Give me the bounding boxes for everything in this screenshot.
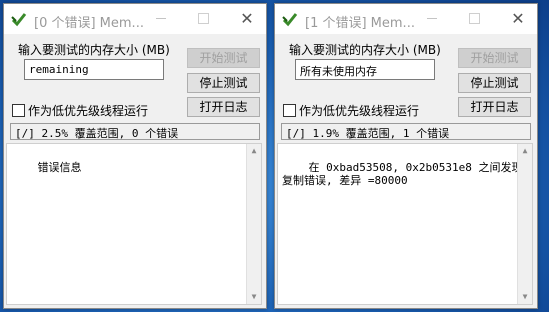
window-title: [0 个错误] Mem... [34,16,144,31]
memory-size-label: 输入要测试的内存大小 (MB) [289,43,441,57]
log-scrollbar[interactable]: ▲ ▼ [517,144,532,304]
memtest-window-2: [1 个错误] Mem... ✕ 输入要测试的内存大小 (MB) 所有未使用内存… [274,3,538,309]
log-scrollbar[interactable]: ▲ ▼ [246,144,261,304]
error-log-text: 错误信息 [37,161,82,174]
low-priority-option[interactable]: 作为低优先级线程运行 [12,102,148,119]
memory-size-input[interactable]: 所有未使用内存 [295,59,435,80]
open-log-button[interactable]: 打开日志 [187,97,260,117]
scroll-down-icon[interactable]: ▼ [247,290,261,304]
memory-size-input[interactable]: remaining [24,59,164,80]
memtest-app-icon [11,13,27,27]
error-log-area[interactable]: 错误信息 ▲ ▼ [6,143,262,305]
memory-size-label: 输入要测试的内存大小 (MB) [18,43,170,57]
error-log-area[interactable]: 在 0xbad53508, 0x2b0531e8 之间发现内存 复制错误, 差异… [277,143,533,305]
low-priority-label: 作为低优先级线程运行 [299,104,420,118]
minimize-button[interactable] [146,8,176,30]
memtest-window-1: [0 个错误] Mem... ✕ 输入要测试的内存大小 (MB) remaini… [3,3,267,309]
close-button[interactable]: ✕ [503,8,533,30]
scroll-down-icon[interactable]: ▼ [518,290,532,304]
close-button[interactable]: ✕ [232,8,262,30]
status-line: [/] 2.5% 覆盖范围, 0 个错误 [10,123,260,140]
minimize-icon [156,18,166,19]
title-bar[interactable]: [1 个错误] Mem... ✕ [275,4,537,34]
stop-test-button[interactable]: 停止测试 [458,73,531,93]
close-icon: ✕ [240,9,254,28]
open-log-button[interactable]: 打开日志 [458,97,531,117]
error-log-text: 在 0xbad53508, 0x2b0531e8 之间发现内存 复制错误, 差异… [282,161,532,187]
maximize-button[interactable] [459,8,489,30]
memtest-app-icon [282,13,298,27]
low-priority-option[interactable]: 作为低优先级线程运行 [283,102,419,119]
low-priority-checkbox[interactable] [283,104,296,117]
maximize-icon [468,13,480,24]
window-title: [1 个错误] Mem... [305,16,415,31]
maximize-button[interactable] [188,8,218,30]
minimize-icon [427,18,437,19]
scroll-up-icon[interactable]: ▲ [247,144,261,158]
low-priority-label: 作为低优先级线程运行 [28,104,149,118]
maximize-icon [197,13,209,24]
start-test-button[interactable]: 开始测试 [458,48,531,68]
start-test-button[interactable]: 开始测试 [187,48,260,68]
stop-test-button[interactable]: 停止测试 [187,73,260,93]
status-line: [/] 1.9% 覆盖范围, 1 个错误 [281,123,531,140]
close-icon: ✕ [511,9,525,28]
minimize-button[interactable] [417,8,447,30]
title-bar[interactable]: [0 个错误] Mem... ✕ [4,4,266,34]
scroll-up-icon[interactable]: ▲ [518,144,532,158]
low-priority-checkbox[interactable] [12,104,25,117]
